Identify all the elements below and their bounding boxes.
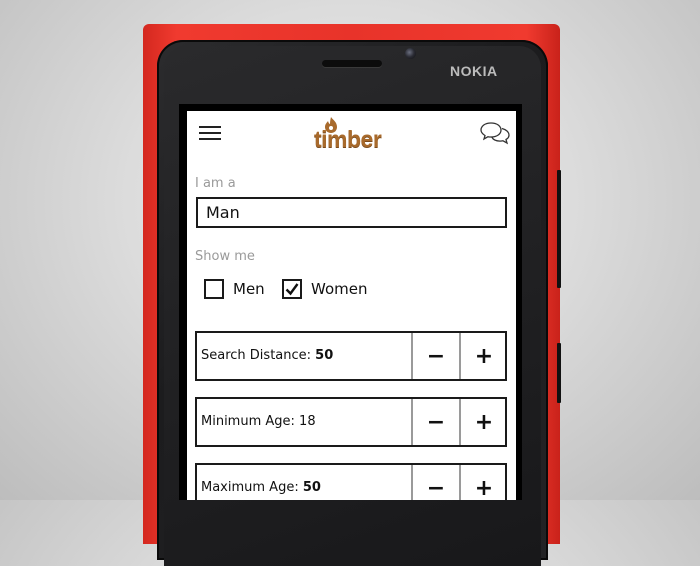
minimum-age-decrement-button[interactable]: − <box>411 399 459 445</box>
device-brand: NOKIA <box>450 63 498 79</box>
search-distance-stepper: Search Distance: 50 − + <box>195 331 507 381</box>
maximum-age-increment-button[interactable]: + <box>459 465 507 500</box>
search-distance-increment-button[interactable]: + <box>459 333 507 379</box>
minimum-age-label: Minimum Age: 18 <box>201 414 316 429</box>
men-checkbox[interactable] <box>204 279 224 299</box>
chat-bubbles-icon[interactable] <box>479 121 511 147</box>
maximum-age-decrement-button[interactable]: − <box>411 465 459 500</box>
minimum-age-value: 18 <box>299 414 316 429</box>
search-distance-label: Search Distance: 50 <box>201 348 334 363</box>
earpiece-speaker <box>322 60 382 67</box>
maximum-age-stepper: Maximum Age: 50 − + <box>195 463 507 500</box>
women-checkbox[interactable] <box>282 279 302 299</box>
gender-input[interactable]: Man <box>196 197 507 228</box>
app-screen: timber I am a Man Show me Men Women Sear… <box>187 111 516 500</box>
app-title: timber <box>314 126 382 152</box>
maximum-age-value: 50 <box>302 480 321 495</box>
minimum-age-stepper: Minimum Age: 18 − + <box>195 397 507 447</box>
show-me-label: Show me <box>195 249 255 264</box>
gender-label: I am a <box>195 176 236 191</box>
power-button <box>557 343 561 403</box>
women-label: Women <box>311 280 368 298</box>
hamburger-menu-icon[interactable] <box>199 125 221 141</box>
app-header: timber <box>187 111 516 161</box>
men-label: Men <box>233 280 265 298</box>
volume-button <box>557 170 561 288</box>
front-camera-icon <box>405 48 416 59</box>
minimum-age-increment-button[interactable]: + <box>459 399 507 445</box>
checkmark-icon <box>285 283 299 296</box>
show-women-option[interactable]: Women <box>282 279 367 299</box>
show-men-option[interactable]: Men <box>204 279 265 299</box>
search-distance-value: 50 <box>315 348 334 363</box>
maximum-age-label: Maximum Age: 50 <box>201 480 321 495</box>
app-logo: timber <box>314 115 394 155</box>
search-distance-decrement-button[interactable]: − <box>411 333 459 379</box>
